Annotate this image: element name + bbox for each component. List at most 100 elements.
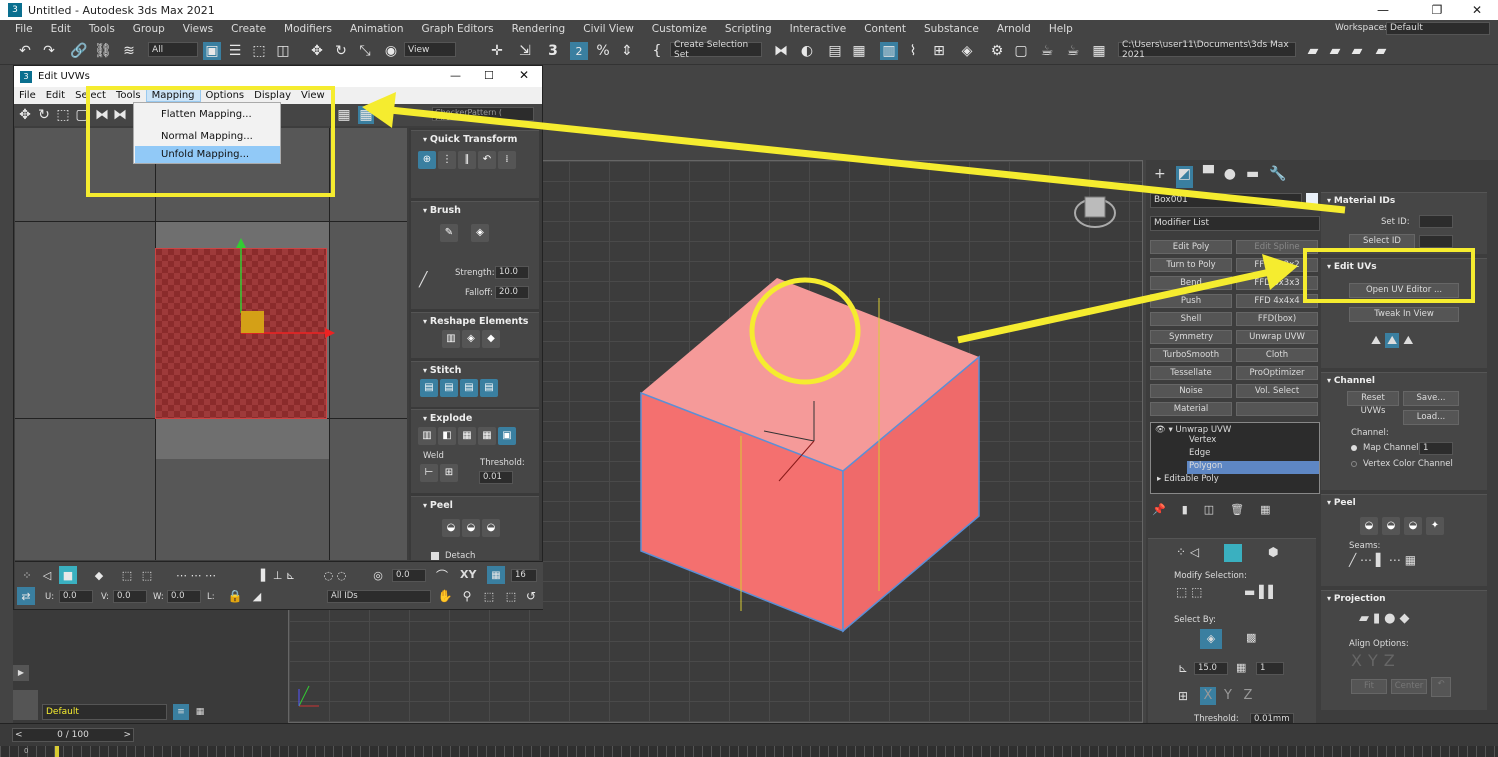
uv-zoom-extents-icon[interactable]: ⬚ (503, 587, 519, 605)
menu-civil-view[interactable]: Civil View (574, 23, 643, 35)
rendered-frame-window-icon[interactable]: ▢ (1012, 42, 1030, 60)
menu-help[interactable]: Help (1040, 23, 1082, 35)
seams-tools[interactable]: ╱ ⋯ ▌ ⋯ ▦ (1349, 553, 1459, 573)
manipulate-icon[interactable]: ⇲ (516, 42, 534, 60)
uv-ids-dropdown[interactable]: All IDs (327, 590, 431, 603)
peel-title[interactable]: Peel (411, 497, 539, 511)
planar-angle-spinner[interactable]: 15.0 (1194, 662, 1228, 675)
viewcube-icon[interactable] (1084, 196, 1106, 218)
load-uvs-button[interactable]: Load... (1403, 410, 1459, 425)
mod-shell[interactable]: Shell (1150, 312, 1232, 326)
fit-button[interactable]: Fit (1351, 679, 1387, 694)
mod-tessellate[interactable]: Tessellate (1150, 366, 1232, 380)
stack-polygon[interactable]: Polygon (1187, 461, 1319, 474)
select-by-name-icon[interactable]: ☰ (226, 42, 244, 60)
brush-relax-icon[interactable]: ◈ (471, 224, 489, 242)
uv-maximize-icon[interactable]: ☐ (484, 69, 494, 82)
explode-flatten-icon[interactable]: ▦ (458, 427, 476, 445)
menu-modifiers[interactable]: Modifiers (275, 23, 341, 35)
material-editor-icon[interactable]: ◈ (958, 42, 976, 60)
hierarchy-tab-icon[interactable]: ▀ (1203, 166, 1214, 188)
mod-vol-select[interactable]: Vol. Select (1236, 384, 1318, 398)
render-iterative-icon[interactable]: ☕ (1064, 42, 1082, 60)
peel-reset-icon[interactable]: ◒ (482, 519, 500, 537)
select-object-icon[interactable]: ▣ (203, 42, 221, 60)
save-uvs-button[interactable]: Save... (1403, 391, 1459, 406)
scale-icon[interactable]: ⤡ (356, 42, 374, 60)
display-tab-icon[interactable]: ▬ (1246, 166, 1259, 188)
v-spinner[interactable]: 0.0 (113, 590, 147, 603)
material-ids-title[interactable]: Material IDs (1321, 193, 1487, 206)
layer-stack-icon[interactable]: ≡ (173, 704, 189, 720)
project-path-dropdown[interactable]: C:\Users\user11\Documents\3ds Max 2021 (1118, 40, 1296, 60)
stack-editable-poly[interactable]: ▸ Editable Poly (1151, 474, 1319, 487)
project-folder-icon[interactable]: ▰ (1304, 42, 1322, 60)
uv-menu-edit[interactable]: Edit (41, 90, 70, 101)
explode-title[interactable]: Explode (411, 410, 539, 424)
angle-snap-icon[interactable]: 2 (570, 42, 588, 60)
select-count-spinner[interactable]: 1 (1256, 662, 1284, 675)
pin-stack-icon[interactable]: 📌 (1152, 503, 1166, 516)
explode-checker-icon[interactable]: ▦ (478, 427, 496, 445)
box-map-icon[interactable]: ◆ (1400, 611, 1410, 626)
sel-polygon-mode-icon[interactable] (1224, 544, 1242, 562)
uv-close-icon[interactable]: ✕ (519, 68, 529, 82)
vertex-color-radio[interactable] (1351, 461, 1357, 467)
reshape-relax-icon[interactable]: ◈ (462, 330, 480, 348)
select-id-button[interactable]: Select ID (1349, 234, 1415, 249)
uv-hide-icon[interactable]: ◢ (249, 587, 265, 605)
mirror-x-icon[interactable]: X (1200, 687, 1216, 705)
planar-map-icon[interactable]: ▰ (1359, 611, 1369, 626)
curve-editor-icon[interactable]: ⌇ (904, 42, 922, 60)
peel-mode-icon[interactable]: ◒ (462, 519, 480, 537)
align-y-button[interactable]: Y (1368, 651, 1378, 670)
mod-symmetry[interactable]: Symmetry (1150, 330, 1232, 344)
snaps-toggle-icon[interactable]: 3 (544, 42, 562, 60)
project-create-icon[interactable]: ▰ (1348, 42, 1366, 60)
qt-rotate-icon[interactable]: ↶ (478, 151, 496, 169)
channel-title[interactable]: Channel (1321, 373, 1487, 386)
explode-uv-icon[interactable]: ◧ (438, 427, 456, 445)
qt-align-icon[interactable]: ⋮ (438, 151, 456, 169)
toggle-ribbon-icon[interactable]: ▥ (880, 42, 898, 60)
uv-element-mode-icon[interactable]: ◆ (91, 566, 107, 584)
uv-xy-label[interactable]: XY (460, 568, 476, 581)
reset-projection-icon[interactable]: ↶ (1431, 677, 1451, 697)
set-id-spinner[interactable] (1419, 215, 1453, 228)
object-name-field[interactable]: Box001 (1150, 193, 1302, 208)
modifier-list-dropdown[interactable]: Modifier List (1150, 216, 1320, 231)
mod-turn-to-poly[interactable]: Turn to Poly (1150, 258, 1232, 272)
object-color-swatch[interactable] (1306, 193, 1318, 208)
qt-center-icon[interactable]: ⊕ (418, 151, 436, 169)
cylindrical-map-icon[interactable]: ▮ (1373, 611, 1380, 626)
stitch-average-icon[interactable]: ▤ (460, 379, 478, 397)
qt-space-icon[interactable]: ⁞ (498, 151, 516, 169)
stitch-custom-icon[interactable]: ▤ (420, 379, 438, 397)
menu-create[interactable]: Create (222, 23, 275, 35)
undo-icon[interactable]: ↶ (16, 42, 34, 60)
schematic-view-icon[interactable]: ⊞ (930, 42, 948, 60)
edit-named-selections-icon[interactable]: { (648, 42, 666, 60)
layer-explorer-icon[interactable]: ▤ (826, 42, 844, 60)
sel-element-icon[interactable]: ⬢ (1268, 545, 1278, 559)
rotate-icon[interactable]: ↻ (332, 42, 350, 60)
rect-region-icon[interactable]: ⬚ (250, 42, 268, 60)
uv-select-icon[interactable]: ⬚ (119, 566, 135, 584)
show-end-result-icon[interactable]: ▮ (1182, 503, 1188, 516)
uv-snap-toggle-icon[interactable]: ↺ (523, 587, 539, 605)
peel-quick-peel-icon[interactable]: ◒ (1360, 517, 1378, 535)
uv-lock-icon[interactable]: 🔒 (227, 587, 243, 605)
mirror-icon[interactable]: ⧓ (772, 42, 790, 60)
projection-title[interactable]: Projection (1321, 591, 1487, 604)
uv-zoom-region-icon[interactable]: ⬚ (481, 587, 497, 605)
weld-target-icon[interactable]: ⊢ (420, 464, 438, 482)
redo-icon[interactable]: ↷ (40, 42, 58, 60)
uv-pin-icon[interactable]: ⛰ (1371, 333, 1381, 348)
uv-absolute-icon[interactable]: ⇄ (17, 587, 35, 605)
peel-quick-icon[interactable]: ◒ (442, 519, 460, 537)
peel-pins-icon[interactable]: ✦ (1426, 517, 1444, 535)
timeline-marker[interactable] (55, 746, 59, 757)
mod-push[interactable]: Push (1150, 294, 1232, 308)
weld-selected-icon[interactable]: ⊞ (440, 464, 458, 482)
uv-minimize-icon[interactable]: — (450, 69, 461, 82)
